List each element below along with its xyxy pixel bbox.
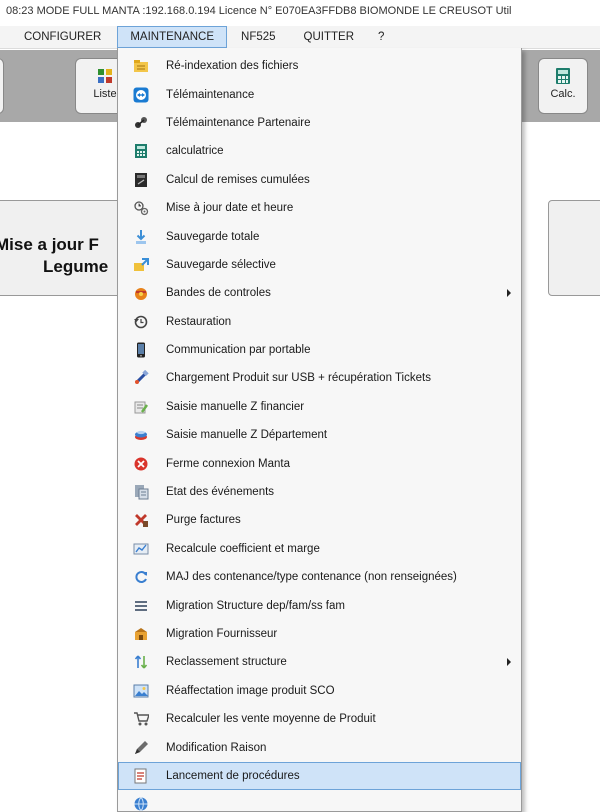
backup-selective-icon [132,256,150,274]
clock-gears-icon [132,199,150,217]
menu-item-label: Calcul de remises cumulées [166,173,310,186]
menu-item-migration-fournisseur[interactable]: Migration Fournisseur [118,620,521,648]
menu-item-label: Purge factures [166,514,241,527]
menu-item-purge-factures[interactable]: Purge factures [118,506,521,534]
menu-item-telemaintenance[interactable]: Télémaintenance [118,80,521,108]
recalc-margin-icon [132,540,150,558]
menu-item-calcul-de-remises-cumulees[interactable]: Calcul de remises cumulées [118,166,521,194]
menu-item-label: calculatrice [166,145,224,158]
menu-item-re-indexation-des-fichiers[interactable]: Ré-indexation des fichiers [118,52,521,80]
menu-bar: CONFIGURER MAINTENANCE NF525 QUITTER? [0,26,600,49]
menu-quitter[interactable]: QUITTER [292,26,366,48]
menu-item-recalcule-coefficient-et-marge[interactable]: Recalcule coefficient et marge [118,535,521,563]
menu-help[interactable]: ? [366,26,396,48]
menu-item-label: Ferme connexion Manta [166,457,291,470]
cart-icon [132,710,150,728]
menu-item-label: Etat des événements [166,486,275,499]
control-tape-icon [132,284,150,302]
menu-item-label: Modification Raison [166,741,267,754]
supplier-icon [132,625,150,643]
submenu-arrow-icon [507,658,511,667]
menu-item-label: Reclassement structure [166,656,287,669]
events-icon [132,483,150,501]
menu-item-restauration[interactable]: Restauration [118,308,521,336]
refresh-icon [132,568,150,586]
menu-item-saisie-manuelle-z-departement[interactable]: Saisie manuelle Z Département [118,421,521,449]
calculator-icon [132,142,150,160]
menu-item-label: Télémaintenance [166,88,255,101]
menu-item-maj-des-contenance-type-contenance-non-r[interactable]: MAJ des contenance/type contenance (non … [118,563,521,591]
calc-button-label: Calc. [550,88,576,100]
menu-item-label: Réaffectation image produit SCO [166,684,335,697]
window-title: 08:23 MODE FULL MANTA :192.168.0.194 Lic… [0,0,600,24]
manual-z-department-icon [132,426,150,444]
menu-item-chargement-produit-sur-usb-recuperation-[interactable]: Chargement Produit sur USB + récupératio… [118,364,521,392]
menu-item-reaffectation-image-produit-sco[interactable]: Réaffectation image produit SCO [118,677,521,705]
menu-item-lancement-de-procedures[interactable]: Lancement de procédures [118,761,521,791]
menu-item-modification-raison[interactable]: Modification Raison [118,733,521,761]
menu-item-etat-des-evenements[interactable]: Etat des événements [118,478,521,506]
menu-item-saisie-manuelle-z-financier[interactable]: Saisie manuelle Z financier [118,393,521,421]
reclass-icon [132,653,150,671]
menu-item-label: Migration Structure dep/fam/ss fam [166,599,345,612]
liste-button-label: Liste [93,88,117,100]
procedure-icon [132,767,150,785]
discount-calc-icon [132,171,150,189]
toolbar-left-stub[interactable] [0,58,4,114]
menu-item-label: Bandes de controles [166,287,271,300]
menu-item-calculatrice[interactable]: calculatrice [118,137,521,165]
menu-item-label: Sauvegarde sélective [166,258,276,271]
menu-item-label: Mise à jour date et heure [166,202,294,215]
menu-item-communication-par-portable[interactable]: Communication par portable [118,336,521,364]
calc-button[interactable]: Calc. [538,58,588,114]
menu-item-label: Télémaintenance Partenaire [166,116,311,129]
menu-item-bandes-de-controles[interactable]: Bandes de controles [118,279,521,307]
calculator-icon [556,68,570,84]
menu-item-label: Sauvegarde totale [166,230,260,243]
menu-item-label: Saisie manuelle Z Département [166,429,328,442]
menu-nf525[interactable]: NF525 [229,26,288,48]
mise-a-jour-line1: Mise a jour F [0,235,99,254]
list-icon [98,69,112,83]
mobile-phone-icon [132,341,150,359]
menu-item-label: Ré-indexation des fichiers [166,60,299,73]
menu-item-label: Chargement Produit sur USB + récupératio… [166,372,431,385]
menu-item-label: Migration Fournisseur [166,628,278,640]
image-icon [132,682,150,700]
globe-icon [132,795,150,811]
menu-item-label: Communication par portable [166,344,311,357]
menu-item-sauvegarde-selective[interactable]: Sauvegarde sélective [118,251,521,279]
menu-item-recalculer-les-vente-moyenne-de-produit[interactable]: Recalculer les vente moyenne de Produit [118,705,521,733]
menu-item-ferme-connexion-manta[interactable]: Ferme connexion Manta [118,449,521,477]
teamviewer-icon [132,86,150,104]
menu-item-migration-structure-dep-fam-ss-fam[interactable]: Migration Structure dep/fam/ss fam [118,591,521,619]
menu-item-label: Recalcule coefficient et marge [166,542,320,555]
menu-item-reclassement-structure[interactable]: Reclassement structure [118,648,521,676]
restore-icon [132,313,150,331]
menu-item-label: Lancement de procédures [166,769,300,782]
mise-a-jour-button[interactable]: Mise a jour F Legume [0,200,130,296]
backup-total-icon [132,228,150,246]
purge-icon [132,511,150,529]
menu-item-label: Saisie manuelle Z financier [166,400,305,413]
list-structure-icon [132,597,150,615]
close-connection-icon [132,455,150,473]
menu-item-telemaintenance-partenaire[interactable]: Télémaintenance Partenaire [118,109,521,137]
edit-pen-icon [132,739,150,757]
right-content-button[interactable] [548,200,600,296]
menu-item-label: Recalculer les vente moyenne de Produit [166,713,376,726]
manual-z-finance-icon [132,398,150,416]
folder-index-icon [132,57,150,75]
menu-item-mise-a-jour-date-et-heure[interactable]: Mise à jour date et heure [118,194,521,222]
menu-maintenance[interactable]: MAINTENANCE [117,26,228,48]
maintenance-dropdown: Ré-indexation des fichiers Télémaintenanc… [117,48,522,812]
menu-item-label: MAJ des contenance/type contenance (non … [166,571,457,584]
menu-item-sauvegarde-totale[interactable]: Sauvegarde totale [118,222,521,250]
menu-item-item[interactable] [118,790,521,811]
menu-item-label: Restauration [166,315,232,328]
submenu-arrow-icon [507,289,511,298]
usb-icon [132,369,150,387]
partner-remote-icon [132,114,150,132]
menu-configurer[interactable]: CONFIGURER [12,26,113,48]
